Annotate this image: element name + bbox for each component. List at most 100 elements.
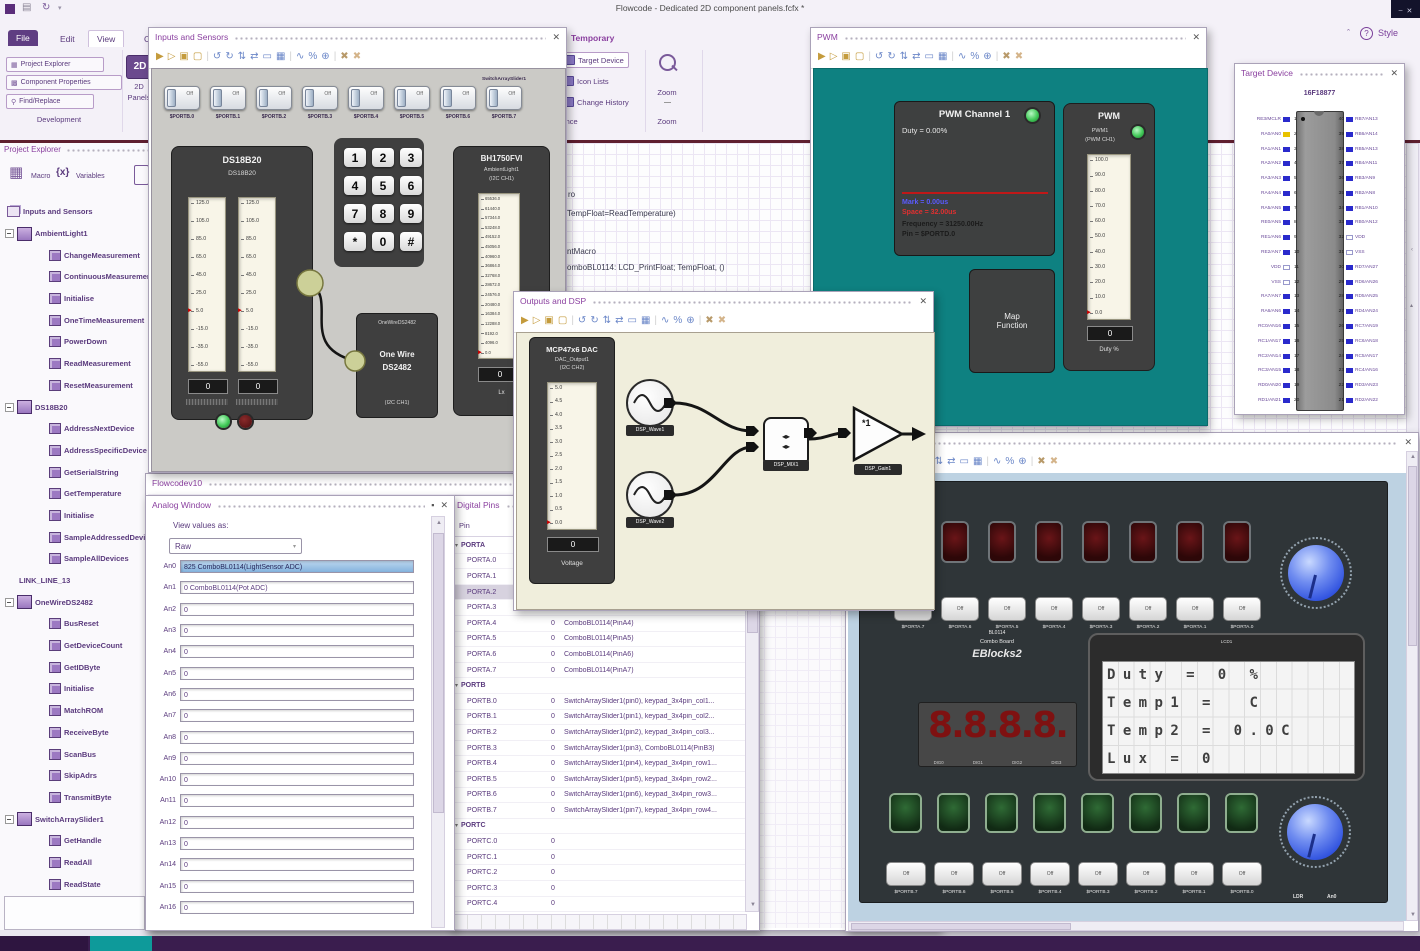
- scroll-down-icon[interactable]: ▼: [1410, 912, 1416, 918]
- tree-item[interactable]: OneTimeMeasurement: [0, 309, 148, 331]
- channel-value-field[interactable]: 0: [180, 666, 414, 680]
- toggle-target-device[interactable]: Target Device: [560, 52, 629, 68]
- toolbar-icon[interactable]: ↺: [213, 52, 221, 62]
- toolbar-icon[interactable]: ∿: [958, 52, 966, 62]
- switch-handle[interactable]: [489, 89, 498, 107]
- close-icon[interactable]: ✕: [1390, 68, 1398, 79]
- toolbar-icon[interactable]: ↻: [887, 52, 895, 62]
- scroll-thumb[interactable]: [851, 923, 1071, 930]
- tree-item[interactable]: SkipAdrs: [0, 765, 148, 787]
- board-vertical-scrollbar[interactable]: ▲ ▼: [1406, 451, 1418, 921]
- toolbar-icon[interactable]: ▣: [544, 316, 553, 326]
- console-icon[interactable]: [134, 165, 149, 185]
- tab-view[interactable]: View: [88, 30, 125, 47]
- toolbar-icon[interactable]: ▢: [558, 316, 567, 326]
- pwm-window-titlebar[interactable]: PWM ✕: [811, 28, 1206, 46]
- chip-pin[interactable]: RC0/AN16 15: [1237, 323, 1303, 329]
- find-replace-button[interactable]: ⚲ Find/Replace: [6, 94, 94, 109]
- zoom-icon[interactable]: [659, 54, 676, 71]
- toolbar-icon[interactable]: %: [1005, 457, 1014, 467]
- keypad-key[interactable]: 4: [344, 176, 366, 195]
- board-horizontal-scrollbar[interactable]: [848, 921, 1404, 931]
- minimize-icon[interactable]: ▪: [431, 500, 434, 510]
- expander-icon[interactable]: [5, 597, 14, 607]
- channel-value-field[interactable]: 0: [180, 815, 414, 829]
- chip-pin[interactable]: 32 VDD: [1335, 235, 1404, 241]
- toolbar-icon[interactable]: ▦: [938, 52, 947, 62]
- toolbar-icon[interactable]: ✖: [1015, 52, 1023, 62]
- toolbar-icon[interactable]: ▢: [193, 52, 202, 62]
- toolbar-icon[interactable]: ⇅: [603, 316, 611, 326]
- tree-item[interactable]: SampleAllDevices: [0, 548, 148, 570]
- digital-pin-row[interactable]: PORTB: [451, 678, 745, 694]
- toggle-icon-lists[interactable]: Icon Lists: [564, 76, 609, 86]
- toolbar-icon[interactable]: ↺: [875, 52, 883, 62]
- off-button[interactable]: Off: [988, 597, 1026, 621]
- toolbar-icon[interactable]: ▭: [959, 457, 968, 467]
- chip-pin[interactable]: 26 RC7/AN19: [1335, 323, 1404, 329]
- chip-pin[interactable]: 31 VSS: [1335, 250, 1404, 256]
- channel-value-field[interactable]: 0: [180, 879, 414, 893]
- chip-pin[interactable]: 30 RD7/AN27: [1335, 264, 1404, 270]
- view-mode-dropdown[interactable]: Raw ▾: [169, 538, 302, 554]
- project-explorer-header[interactable]: Project Explorer: [0, 145, 148, 154]
- switch-handle[interactable]: [305, 89, 314, 107]
- analog-vertical-scrollbar[interactable]: ▲: [431, 516, 445, 928]
- tab-edit[interactable]: Edit: [52, 31, 83, 47]
- toolbar-icon[interactable]: ▦: [973, 457, 982, 467]
- toolbar-icon[interactable]: |: [654, 316, 657, 326]
- off-button[interactable]: Off: [1129, 597, 1167, 621]
- channel-value-field[interactable]: 0: [180, 709, 414, 723]
- channel-value-field[interactable]: 825 ComboBL0114(LightSensor ADC): [180, 560, 414, 574]
- toolbar-icon[interactable]: ⊕: [321, 52, 329, 62]
- close-icon[interactable]: ✕: [440, 500, 448, 511]
- toolbar-icon[interactable]: ▷: [533, 316, 541, 326]
- switch-handle[interactable]: [443, 89, 452, 107]
- green-button[interactable]: [1083, 795, 1112, 831]
- tree-item[interactable]: AmbientLight1: [0, 223, 148, 245]
- collapse-ribbon-icon[interactable]: ˆ: [1347, 28, 1350, 38]
- tree-item[interactable]: Initialise: [0, 288, 148, 310]
- zoom-dropdown[interactable]: [664, 102, 671, 103]
- temperature-scale-1[interactable]: 125.0 105.0 85.0 65.0 45.0 25.0 5.0 -15.0 -35.0 -…: [188, 197, 226, 372]
- tree-item[interactable]: ScanBus: [0, 743, 148, 765]
- toolbar-icon[interactable]: ⇅: [238, 52, 246, 62]
- off-button[interactable]: Off: [934, 862, 974, 886]
- tree-item[interactable]: Inputs and Sensors: [0, 201, 148, 223]
- toolbar-icon[interactable]: ⇄: [947, 457, 955, 467]
- chip-pin[interactable]: RE3/MCLR 1: [1237, 117, 1303, 122]
- digital-pin-row[interactable]: PORTA.6 0 ComboBL0114(PinA6): [451, 647, 745, 663]
- toolbar-icon[interactable]: ✖: [718, 316, 726, 326]
- switch-handle[interactable]: [167, 89, 176, 107]
- toolbar-icon[interactable]: ⊕: [1018, 457, 1026, 467]
- close-icon[interactable]: ✕: [1192, 32, 1200, 43]
- slider-switch[interactable]: Off: [348, 86, 384, 110]
- chip-pin[interactable]: RC2/AN14 17: [1237, 353, 1303, 359]
- green-button[interactable]: [1179, 795, 1208, 831]
- slider-switch[interactable]: Off: [256, 86, 292, 110]
- digital-pin-row[interactable]: PORTB.2 0 SwitchArraySlider1(pin2), keyp…: [451, 725, 745, 741]
- toolbar-icon[interactable]: |: [868, 52, 871, 62]
- toolbar-icon[interactable]: |: [289, 52, 292, 62]
- off-button[interactable]: Off: [1126, 862, 1166, 886]
- component-properties-button[interactable]: ▩ Component Properties: [6, 75, 122, 90]
- chip-pin[interactable]: 29 RD6/AN26: [1335, 279, 1404, 285]
- analog-window-titlebar[interactable]: Analog Window ▪ ✕: [146, 496, 454, 514]
- style-label[interactable]: Style: [1378, 28, 1398, 38]
- tree-item[interactable]: LINK_LINE_13: [0, 570, 148, 592]
- digital-pin-row[interactable]: PORTB.5 0 SwitchArraySlider1(pin5), keyp…: [451, 772, 745, 788]
- chip-pin[interactable]: 34 RB1/AN10: [1335, 205, 1404, 211]
- toolbar-icon[interactable]: ▣: [841, 52, 850, 62]
- toolbar-icon[interactable]: ⇄: [912, 52, 920, 62]
- toolbar-icon[interactable]: ⊕: [983, 52, 991, 62]
- keypad-key[interactable]: 8: [372, 204, 394, 223]
- channel-value-field[interactable]: 0: [180, 900, 414, 914]
- digital-pin-row[interactable]: PORTB.4 0 SwitchArraySlider1(pin4), keyp…: [451, 756, 745, 772]
- dsp-wave2-component[interactable]: [626, 471, 674, 519]
- slider-switch[interactable]: Off: [394, 86, 430, 110]
- off-button[interactable]: Off: [1174, 862, 1214, 886]
- chip-pin[interactable]: 24 RC5/AN17: [1335, 353, 1404, 359]
- project-explorer-button[interactable]: ▦ Project Explorer: [6, 57, 104, 72]
- keypad-key[interactable]: 2: [372, 148, 394, 167]
- scroll-thumb[interactable]: [1408, 466, 1417, 646]
